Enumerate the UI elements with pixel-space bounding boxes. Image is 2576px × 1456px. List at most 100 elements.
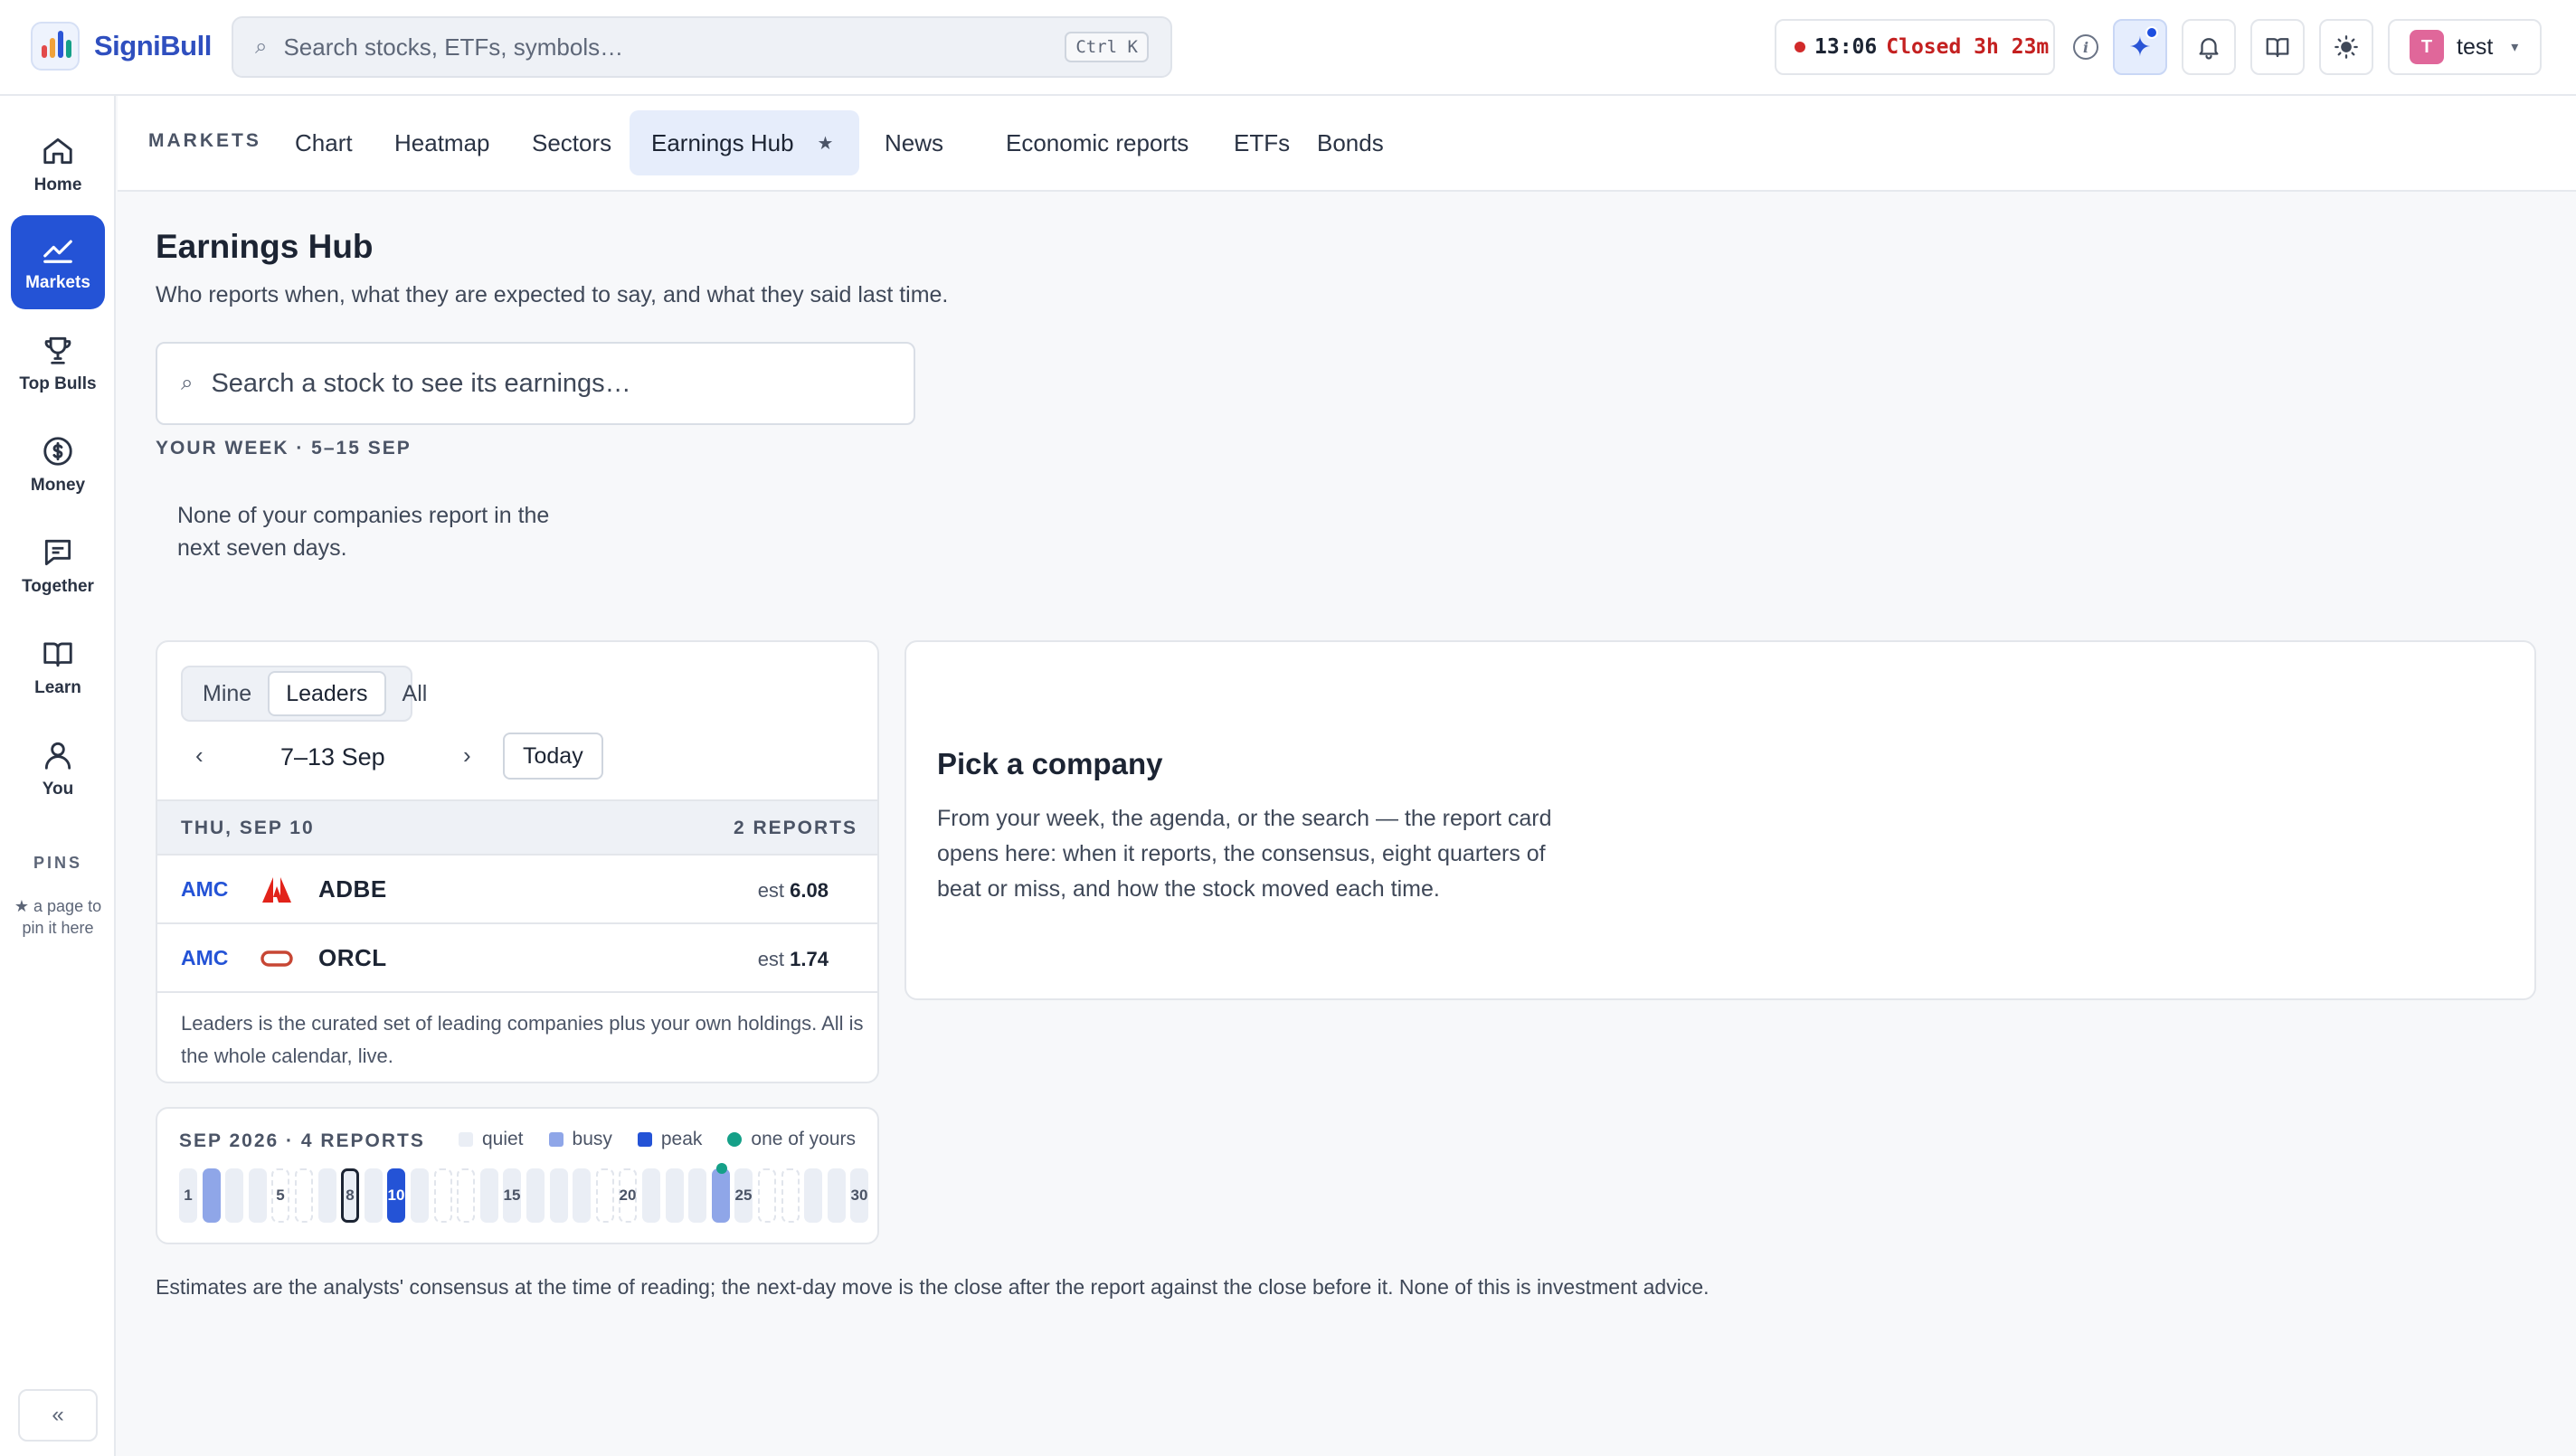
calendar-day-number: 8 [346,1187,355,1204]
calendar-day[interactable] [365,1168,383,1223]
filter-all[interactable]: All [386,671,444,716]
disclaimer: Estimates are the analysts' consensus at… [156,1275,1709,1299]
calendar-day[interactable]: 5 [271,1168,289,1223]
filter-mine[interactable]: Mine [186,671,268,716]
chevron-left-icon[interactable]: ‹ [195,742,204,770]
calendar-day[interactable]: 20 [619,1168,637,1223]
tab-news[interactable]: News [863,110,965,175]
calendar-day[interactable] [781,1168,800,1223]
stock-search-input[interactable] [211,368,890,399]
stock-search[interactable]: ⌕ [156,342,915,425]
calendar-day-number: 5 [276,1187,285,1204]
avatar: T [2410,30,2444,64]
user-menu[interactable]: T test ▾ [2388,19,2542,75]
calendar-day[interactable] [642,1168,660,1223]
chevron-right-icon[interactable]: › [463,742,471,770]
sidebar-item-you[interactable]: You [11,722,105,816]
sidebar-item-label: Markets [25,273,90,292]
market-closed-countdown: Closed 3h 23m [1886,35,2050,59]
month-overview: SEP 2026 · 4 REPORTS quiet busy peak one… [156,1107,879,1244]
estimate-label: est [757,948,785,970]
tab-sectors[interactable]: Sectors [510,110,633,175]
home-icon [43,137,72,165]
sidebar-item-home[interactable]: Home [11,118,105,212]
coin-icon [43,437,72,466]
earnings-row[interactable]: AMC ORCL est 1.74 [157,924,877,993]
sidebar-item-top-bulls[interactable]: Top Bulls [11,317,105,411]
sidebar-item-together[interactable]: Together [11,519,105,613]
global-search[interactable]: ⌕ Ctrl K [232,16,1172,78]
calendar-day[interactable] [596,1168,614,1223]
tab-bonds[interactable]: Bonds [1295,110,1406,175]
theme-toggle-button[interactable] [2319,19,2373,75]
calendar-day-number: 30 [850,1187,868,1204]
your-week-empty-state: None of your companies report in the nex… [177,503,550,561]
calendar-day[interactable] [295,1168,313,1223]
tab-chart[interactable]: Chart [273,110,374,175]
today-button[interactable]: Today [503,733,603,780]
adobe-logo-icon [262,877,291,903]
ai-assistant-button[interactable]: ✦ [2113,19,2167,75]
page-title: Earnings Hub [156,228,374,265]
calendar-day[interactable] [249,1168,267,1223]
calendar-day[interactable] [550,1168,568,1223]
tab-earnings-hub[interactable]: Earnings Hub ★ [630,110,859,175]
info-icon[interactable]: i [2073,34,2098,60]
sidebar-item-markets[interactable]: Markets [11,215,105,309]
month-title: SEP 2026 · 4 REPORTS [179,1130,425,1151]
calendar-day[interactable] [526,1168,545,1223]
calendar-day-number: 25 [734,1187,753,1204]
logo[interactable]: SigniBull [31,22,212,71]
calendar-day[interactable]: 25 [734,1168,753,1223]
calendar-day-number: 10 [387,1187,405,1204]
notifications-button[interactable] [2182,19,2236,75]
calendar-day[interactable]: 10 [387,1168,405,1223]
sidebar-item-money[interactable]: Money [11,418,105,512]
calendar-day[interactable] [318,1168,336,1223]
guide-button[interactable] [2250,19,2305,75]
search-icon: ⌕ [181,371,194,395]
calendar-day[interactable] [225,1168,243,1223]
calendar-day[interactable]: 30 [850,1168,868,1223]
top-bar: SigniBull ⌕ Ctrl K 13:06 Closed 3h 23m i… [0,0,2576,96]
calendar-day[interactable] [758,1168,776,1223]
oracle-logo-icon [260,950,293,967]
calendar-day[interactable] [804,1168,822,1223]
book-icon [43,642,72,667]
legend-label: one of yours [751,1129,856,1149]
pins-hint: ★ a page to pin it here [14,897,102,937]
pin-star-icon[interactable]: ★ [818,132,834,155]
calendar-day[interactable] [457,1168,475,1223]
calendar-day[interactable] [480,1168,498,1223]
tab-heatmap[interactable]: Heatmap [373,110,512,175]
calendar-day[interactable] [434,1168,452,1223]
pins-heading: PINS [33,854,82,872]
tab-label: Earnings Hub [651,128,794,156]
calendar-day[interactable]: 8 [341,1168,359,1223]
ticker-symbol: ADBE [318,875,387,903]
estimate-value: 1.74 [790,948,829,970]
tab-economic-reports[interactable]: Economic reports [984,110,1210,175]
day-header: THU, SEP 10 2 REPORTS [157,799,877,856]
sidebar-item-label: You [42,780,74,799]
global-search-input[interactable] [283,33,1065,61]
report-time: AMC [181,946,229,969]
sidebar-item-label: Together [22,577,94,596]
sun-icon [2334,35,2358,59]
calendar-day[interactable] [712,1163,730,1223]
calendar-day[interactable] [688,1168,706,1223]
your-week-label: YOUR WEEK · 5–15 SEP [156,438,412,459]
calendar-day[interactable] [666,1168,684,1223]
filter-leaders[interactable]: Leaders [268,671,386,716]
calendar-day[interactable]: 1 [179,1168,197,1223]
agenda-card: Mine Leaders All ‹ 7–13 Sep › Today THU,… [156,640,879,1083]
sidebar-item-learn[interactable]: Learn [11,620,105,714]
earnings-row[interactable]: AMC ADBE est 6.08 [157,856,877,924]
calendar-day[interactable] [203,1168,221,1223]
calendar-day[interactable] [573,1168,591,1223]
calendar-day[interactable]: 15 [503,1168,521,1223]
collapse-sidebar-button[interactable]: « [18,1389,98,1442]
calendar-day-number: 20 [619,1187,637,1204]
calendar-day[interactable] [828,1168,846,1223]
calendar-day[interactable] [411,1168,429,1223]
